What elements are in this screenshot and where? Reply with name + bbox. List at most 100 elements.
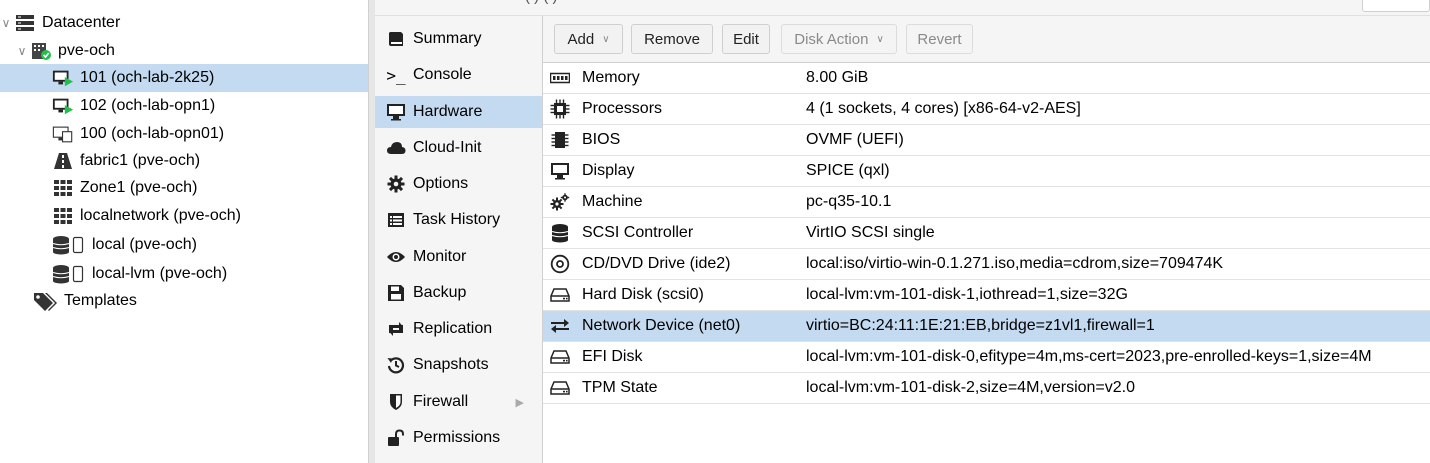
hardware-name: CD/DVD Drive (ide2)	[582, 255, 731, 272]
tree-item-localnetwork[interactable]: localnetwork (pve-och)	[0, 202, 368, 230]
hardware-value: virtio=BC:24:11:1E:21:EB,bridge=z1vl1,fi…	[806, 317, 1155, 334]
hardware-name: Display	[582, 162, 635, 179]
gear-icon	[385, 174, 407, 194]
zone-icon	[52, 206, 74, 226]
nav-item-snapshots[interactable]: Snapshots	[375, 349, 542, 381]
nav-item-options[interactable]: Options	[375, 168, 542, 200]
chevron-down-icon: ∨	[602, 33, 610, 45]
tree-item-label: pve-och	[58, 42, 115, 59]
tree-item-vm-101[interactable]: 101 (och-lab-2k25)	[0, 64, 368, 92]
nav-item-task-history[interactable]: Task History	[375, 204, 542, 236]
nav-item-label: Backup	[413, 284, 467, 301]
vm-running-icon	[52, 96, 74, 116]
hardware-row-tpm-state[interactable]: TPM State local-lvm:vm-101-disk-2,size=4…	[543, 373, 1430, 404]
shield-icon	[385, 392, 407, 412]
tree-item-zone1[interactable]: Zone1 (pve-och)	[0, 174, 368, 202]
remove-button-label: Remove	[644, 30, 700, 48]
desktop-icon	[385, 102, 407, 122]
tree-item-fabric[interactable]: fabric1 (pve-och)	[0, 147, 368, 175]
hardware-row-scsi-controller[interactable]: SCSI Controller VirtIO SCSI single	[543, 218, 1430, 249]
nav-item-monitor[interactable]: Monitor	[375, 241, 542, 273]
vm-stopped-icon	[52, 124, 74, 144]
hardware-row-processors[interactable]: Processors 4 (1 sockets, 4 cores) [x86-6…	[543, 94, 1430, 125]
add-button[interactable]: Add ∨	[554, 24, 623, 54]
database-icon	[549, 223, 571, 243]
disk-action-button-label: Disk Action	[794, 30, 869, 48]
config-nav: Summary >_ Console Hardware Cloud-Init O…	[375, 16, 543, 463]
hardware-row-machine[interactable]: Machine pc-q35-10.1	[543, 187, 1430, 218]
remove-button[interactable]: Remove	[631, 24, 713, 54]
chevron-down-icon: ∨	[876, 33, 884, 45]
nav-item-label: Task History	[413, 211, 501, 228]
nav-item-summary[interactable]: Summary	[375, 23, 542, 55]
nav-item-replication[interactable]: Replication	[375, 313, 542, 345]
revert-button[interactable]: Revert	[906, 24, 973, 54]
hardware-row-hard-disk[interactable]: Hard Disk (scsi0) local-lvm:vm-101-disk-…	[543, 280, 1430, 311]
nav-item-label: Summary	[413, 30, 482, 47]
tree-item-label: Datacenter	[42, 14, 121, 31]
nav-item-permissions[interactable]: Permissions	[375, 422, 542, 454]
disk-action-button[interactable]: Disk Action ∨	[781, 24, 897, 54]
cdrom-icon	[549, 254, 571, 274]
hardware-row-efi-disk[interactable]: EFI Disk local-lvm:vm-101-disk-0,efitype…	[543, 342, 1430, 373]
hardware-row-memory[interactable]: Memory 8.00 GiB	[543, 63, 1430, 94]
panel-splitter[interactable]	[368, 0, 375, 463]
hardware-name: SCSI Controller	[582, 224, 694, 241]
list-icon	[385, 210, 407, 230]
tree-item-label: 100 (och-lab-opn01)	[80, 125, 225, 142]
tags-icon	[32, 291, 58, 311]
chevron-down-icon[interactable]: ∨	[0, 16, 12, 30]
nav-item-label: Permissions	[413, 429, 501, 446]
tree-item-datacenter[interactable]: ∨ Datacenter	[0, 9, 368, 37]
tree-item-vm-100[interactable]: 100 (och-lab-opn01)	[0, 120, 368, 148]
hardware-value: 4 (1 sockets, 4 cores) [x86-64-v2-AES]	[806, 100, 1081, 117]
content-header: ( ) ( )	[375, 0, 1430, 16]
tree-item-storage-local-lvm[interactable]: local-lvm (pve-och)	[0, 260, 368, 288]
hardware-name: Network Device (net0)	[582, 317, 741, 334]
nav-item-firewall[interactable]: Firewall ▶	[375, 386, 542, 418]
chevron-right-icon[interactable]: ▶	[516, 396, 524, 409]
floppy-icon	[385, 283, 407, 303]
nav-item-console[interactable]: >_ Console	[375, 59, 542, 91]
tree-item-label: fabric1 (pve-och)	[80, 152, 201, 169]
hardware-value: local-lvm:vm-101-disk-0,efitype=4m,ms-ce…	[806, 348, 1372, 365]
tree-item-label: local-lvm (pve-och)	[92, 265, 228, 282]
chevron-down-icon[interactable]: ∨	[16, 44, 28, 58]
cogs-icon	[549, 192, 571, 212]
history-icon	[385, 355, 407, 375]
header-button[interactable]	[1362, 0, 1430, 12]
hardware-name: Memory	[582, 69, 640, 86]
hardware-row-network-device[interactable]: Network Device (net0) virtio=BC:24:11:1E…	[543, 311, 1430, 342]
nav-item-hardware[interactable]: Hardware	[375, 96, 542, 128]
nav-item-label: Hardware	[413, 103, 483, 120]
terminal-icon: >_	[386, 65, 406, 85]
hardware-name: Machine	[582, 193, 643, 210]
edit-button-label: Edit	[733, 30, 759, 48]
hardware-row-bios[interactable]: BIOS OVMF (UEFI)	[543, 125, 1430, 156]
tree-item-label: Zone1 (pve-och)	[80, 179, 198, 196]
book-icon	[385, 29, 407, 49]
hardware-row-cdrom[interactable]: CD/DVD Drive (ide2) local:iso/virtio-win…	[543, 249, 1430, 280]
hardware-row-display[interactable]: Display SPICE (qxl)	[543, 156, 1430, 187]
exchange-icon	[549, 316, 571, 336]
tree-item-templates[interactable]: Templates	[0, 287, 368, 315]
nav-item-backup[interactable]: Backup	[375, 277, 542, 309]
hdd-icon	[549, 378, 571, 398]
eye-icon	[385, 247, 407, 267]
tree-item-vm-102[interactable]: 102 (och-lab-opn1)	[0, 92, 368, 120]
hardware-value: VirtIO SCSI single	[806, 224, 935, 241]
display-icon	[549, 161, 571, 181]
tree-item-node[interactable]: ∨ pve-och	[0, 37, 368, 65]
retweet-icon	[385, 319, 407, 339]
tree-item-storage-local[interactable]: local (pve-och)	[0, 231, 368, 259]
nav-item-cloud-init[interactable]: Cloud-Init	[375, 132, 542, 164]
hardware-grid: Memory 8.00 GiB Processors 4 (1 sockets,…	[543, 63, 1430, 463]
page-title: ( ) ( )	[525, 0, 557, 5]
hardware-name: Processors	[582, 100, 663, 117]
add-button-label: Add	[567, 30, 595, 48]
tree-item-label: Templates	[64, 292, 137, 309]
storage-icon	[52, 264, 86, 284]
cloud-icon	[385, 138, 407, 158]
edit-button[interactable]: Edit	[722, 24, 770, 54]
datacenter-icon	[14, 13, 36, 33]
